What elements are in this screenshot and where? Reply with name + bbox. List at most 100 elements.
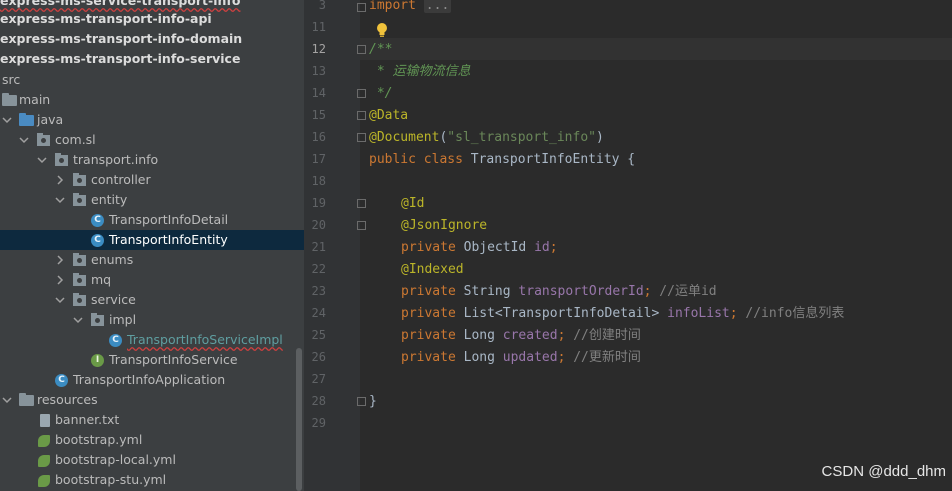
code-line-22[interactable]: @Indexed <box>401 259 464 281</box>
yaml-file-icon <box>38 455 50 467</box>
fold-marker-icon[interactable] <box>357 133 366 142</box>
code-line-3[interactable]: import ... <box>369 0 452 17</box>
tree-item-transport-info-service[interactable]: I TransportInfoService <box>0 350 304 370</box>
code-line-20[interactable]: @JsonIgnore <box>401 215 487 237</box>
tree-item-com-sl[interactable]: com.sl <box>0 130 304 150</box>
tree-item-banner-txt[interactable]: banner.txt <box>0 410 304 430</box>
fold-marker-icon[interactable] <box>357 221 366 230</box>
line-number: 29 <box>311 416 326 430</box>
line-number: 18 <box>311 174 326 188</box>
fold-marker-icon[interactable] <box>357 89 366 98</box>
tree-item-label: transport.info <box>73 152 159 167</box>
code-line-21[interactable]: private ObjectId id; <box>401 237 558 259</box>
tree-item-transport-info-detail[interactable]: C TransportInfoDetail <box>0 210 304 230</box>
code-line-12[interactable]: /** <box>369 39 392 61</box>
tree-item-main[interactable]: main <box>0 90 304 110</box>
line-number: 25 <box>311 328 326 342</box>
lightbulb-icon[interactable] <box>376 22 388 38</box>
tree-item-java[interactable]: java <box>0 110 304 130</box>
line-number: 19 <box>311 196 326 210</box>
code-line-19[interactable]: @Id <box>401 193 424 215</box>
paren: ) <box>596 130 604 145</box>
tree-item-label: src <box>2 72 21 87</box>
chevron-right-icon[interactable] <box>53 253 67 267</box>
chevron-right-icon[interactable] <box>53 273 67 287</box>
folded-imports[interactable]: ... <box>423 0 452 13</box>
tree-item-bootstrap-stu-yml[interactable]: bootstrap-stu.yml <box>0 470 304 490</box>
current-line-highlight <box>360 38 952 60</box>
chevron-down-icon[interactable] <box>0 113 14 127</box>
tree-item-label: main <box>19 92 51 107</box>
fold-marker-icon[interactable] <box>357 3 366 12</box>
tree-item-src[interactable]: src <box>0 70 304 90</box>
tree-module-service[interactable]: express-ms-transport-info-service <box>0 50 304 70</box>
tree-item-transport-info-service-impl[interactable]: C TransportInfoServiceImpl <box>0 330 304 350</box>
tree-item-bootstrap-yml[interactable]: bootstrap.yml <box>0 430 304 450</box>
tree-item-transport-info-application[interactable]: C TransportInfoApplication <box>0 370 304 390</box>
doc-comment: */ <box>369 86 393 101</box>
tree-scrollbar[interactable] <box>296 348 302 491</box>
line-number: 16 <box>311 130 326 144</box>
keyword: private <box>401 328 456 343</box>
fold-marker-icon[interactable] <box>357 111 366 120</box>
semicolon: ; <box>729 306 738 321</box>
type: ObjectId <box>455 240 535 255</box>
code-line-25[interactable]: private Long created; //创建时间 <box>401 325 641 347</box>
tree-item-label: bootstrap.yml <box>55 432 143 447</box>
code-line-16[interactable]: @Document("sl_transport_info") <box>369 127 604 149</box>
tree-module-domain[interactable]: express-ms-transport-info-domain <box>0 30 304 50</box>
tree-item-transport-info[interactable]: transport.info <box>0 150 304 170</box>
project-tree-panel: express-ms-service-transport-info expres… <box>0 0 304 491</box>
code-line-26[interactable]: private Long updated; //更新时间 <box>401 347 641 369</box>
chevron-down-icon[interactable] <box>0 393 14 407</box>
tree-item-impl[interactable]: impl <box>0 310 304 330</box>
fold-marker-icon[interactable] <box>357 397 366 406</box>
fold-marker-icon[interactable] <box>357 45 366 54</box>
tree-item-entity[interactable]: entity <box>0 190 304 210</box>
code-line-14[interactable]: */ <box>369 83 393 105</box>
tree-item-label: resources <box>37 392 98 407</box>
line-number: 3 <box>318 0 326 12</box>
tree-item-enums[interactable]: enums <box>0 250 304 270</box>
chevron-down-icon[interactable] <box>35 153 49 167</box>
tree-module-header-label: express-ms-service-transport-info <box>0 0 241 8</box>
field-name: transportOrderId <box>518 284 644 299</box>
code-line-13[interactable]: * 运输物流信息 <box>369 61 471 83</box>
tree-item-resources[interactable]: resources <box>0 390 304 410</box>
class-icon: C <box>109 334 122 347</box>
chevron-down-icon[interactable] <box>53 293 67 307</box>
folder-icon <box>2 93 17 106</box>
type: Long <box>455 328 503 343</box>
tree-module-api[interactable]: express-ms-transport-info-api <box>0 10 304 30</box>
tree-item-transport-info-entity[interactable]: C TransportInfoEntity <box>0 230 304 250</box>
class-icon: C <box>91 234 104 247</box>
tree-module-label: express-ms-transport-info-api <box>0 11 212 26</box>
package-icon <box>73 293 86 306</box>
chevron-right-icon[interactable] <box>53 173 67 187</box>
chevron-down-icon[interactable] <box>53 193 67 207</box>
line-number: 21 <box>311 240 326 254</box>
tree-item-bootstrap-local-yml[interactable]: bootstrap-local.yml <box>0 450 304 470</box>
line-number: 15 <box>311 108 326 122</box>
tree-item-service[interactable]: service <box>0 290 304 310</box>
tree-module-label: express-ms-transport-info-service <box>0 51 241 66</box>
annotation: @Indexed <box>401 262 464 277</box>
semicolon: ; <box>549 240 558 255</box>
tree-item-label: TransportInfoDetail <box>109 212 229 227</box>
code-line-28[interactable]: } <box>369 391 377 413</box>
keyword: public <box>369 152 416 167</box>
string-literal: "sl_transport_info" <box>447 130 596 145</box>
chevron-down-icon[interactable] <box>17 133 31 147</box>
tree-item-mq[interactable]: mq <box>0 270 304 290</box>
fold-marker-icon[interactable] <box>357 199 366 208</box>
doc-comment: * 运输物流信息 <box>369 64 471 79</box>
code-line-17[interactable]: public class TransportInfoEntity { <box>369 149 635 171</box>
code-line-23[interactable]: private String transportOrderId; //运单id <box>401 281 717 303</box>
code-line-24[interactable]: private List<TransportInfoDetail> infoLi… <box>401 303 844 325</box>
code-line-15[interactable]: @Data <box>369 105 408 127</box>
yaml-file-icon <box>38 475 50 487</box>
keyword: private <box>401 284 456 299</box>
line-number: 23 <box>311 284 326 298</box>
tree-item-controller[interactable]: controller <box>0 170 304 190</box>
chevron-down-icon[interactable] <box>71 313 85 327</box>
